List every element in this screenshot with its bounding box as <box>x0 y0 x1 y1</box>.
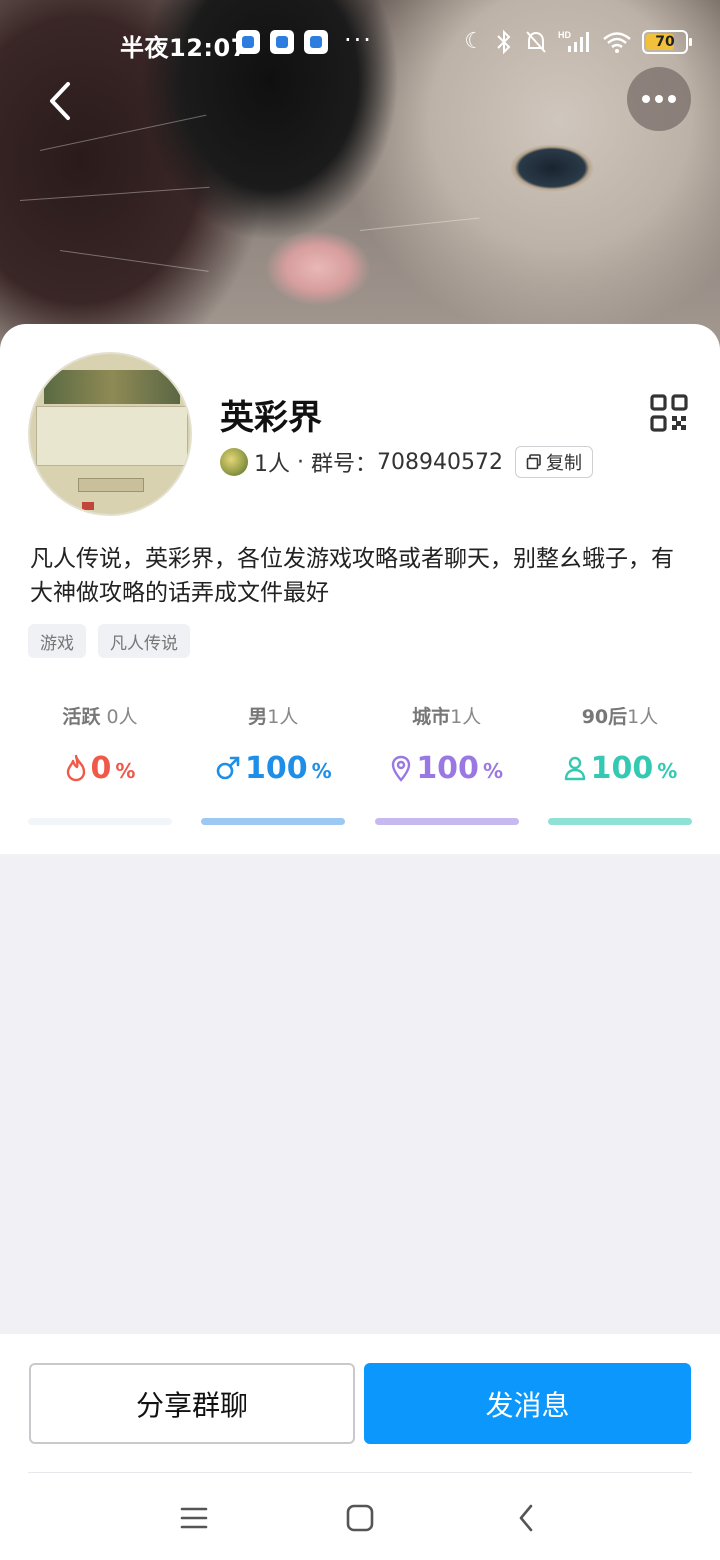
stat-bar <box>547 818 692 825</box>
app-notification-icon <box>236 30 260 54</box>
stat-age[interactable]: 90后1人 100% <box>547 702 692 825</box>
group-meta-row: 1人 · 群号： 708940572 复制 <box>220 445 593 479</box>
stat-label: 城市 <box>412 706 451 728</box>
svg-text:HD: HD <box>558 30 571 40</box>
stat-count: 1人 <box>627 706 659 728</box>
stat-count: 0人 <box>106 706 138 728</box>
group-number-label: 群号： <box>310 452 377 477</box>
menu-icon <box>180 1507 208 1529</box>
bluetooth-icon <box>497 29 511 55</box>
group-tags: 游戏 凡人传说 <box>28 624 190 658</box>
send-message-button[interactable]: 发消息 <box>364 1363 691 1444</box>
nav-back-button[interactable] <box>503 1498 549 1538</box>
member-avatar <box>220 448 248 476</box>
stat-active[interactable]: 活跃 0人 0% <box>28 702 172 825</box>
stat-value: 100 <box>590 750 654 786</box>
stat-gender[interactable]: 男1人 100% <box>201 702 346 825</box>
member-count[interactable]: 1人 <box>254 446 290 478</box>
divider <box>28 1472 692 1473</box>
person-icon <box>564 756 585 781</box>
more-options-button[interactable] <box>627 67 691 131</box>
stat-count: 1人 <box>450 706 482 728</box>
action-bar: 分享群聊 发消息 <box>0 1334 720 1560</box>
tag[interactable]: 凡人传说 <box>98 624 190 658</box>
stat-unit: % <box>115 759 136 783</box>
nav-home-button[interactable] <box>337 1498 383 1538</box>
battery-indicator: 70 <box>642 30 692 54</box>
stat-value: 100 <box>416 750 479 786</box>
stat-value: 100 <box>244 750 308 786</box>
status-time: 半夜12:07 <box>120 34 248 62</box>
wifi-icon <box>603 32 631 53</box>
share-group-button[interactable]: 分享群聊 <box>29 1363 355 1444</box>
nav-back-icon <box>519 1504 533 1532</box>
member-stats: 活跃 0人 0% 男1人 100% 城市1人 100% 90后1人 100 % <box>28 702 692 825</box>
more-notifications-indicator: ··· <box>344 26 373 54</box>
back-button[interactable] <box>36 76 86 126</box>
stat-bar <box>201 818 346 825</box>
nav-menu-button[interactable] <box>171 1498 217 1538</box>
status-bar: 半夜12:07 ··· ☾ HD 70 <box>0 22 720 62</box>
stat-unit: % <box>482 759 503 783</box>
tag[interactable]: 游戏 <box>28 624 86 658</box>
copy-label: 复制 <box>545 453 582 474</box>
moon-icon: ☾ <box>464 29 484 54</box>
more-horizontal-icon <box>642 95 676 103</box>
stat-bar <box>374 818 519 825</box>
flame-icon <box>66 754 85 782</box>
signal-icon: HD <box>558 30 589 52</box>
baidu-notification-icon <box>304 30 328 54</box>
stat-label: 90后 <box>581 706 628 728</box>
baidu-notification-icon <box>270 30 294 54</box>
qr-code-icon <box>650 394 688 432</box>
group-description: 凡人传说，英彩界，各位发游戏攻略或者聊天，别整幺蛾子，有大神做攻略的话弄成文件最… <box>30 546 674 606</box>
group-name: 英彩界 <box>220 398 322 438</box>
stat-value: 0 <box>90 750 112 786</box>
copy-icon <box>526 454 541 470</box>
group-avatar[interactable] <box>28 352 192 516</box>
stat-unit: % <box>657 759 678 783</box>
stat-label: 男 <box>248 706 268 728</box>
bell-off-icon <box>526 31 546 53</box>
stat-unit: % <box>311 759 332 783</box>
male-icon <box>216 756 240 780</box>
stat-label: 活跃 <box>62 706 101 728</box>
chevron-left-icon <box>50 82 70 120</box>
location-pin-icon <box>392 755 411 782</box>
meta-separator: · <box>290 449 311 475</box>
group-info-card: 英彩界 1人 · 群号： 708940572 复制 凡人传说，英彩界，各位发游戏… <box>0 324 720 854</box>
stat-bar <box>28 818 172 825</box>
qr-code-button[interactable] <box>650 394 688 432</box>
stat-count: 1人 <box>267 706 299 728</box>
stat-city[interactable]: 城市1人 100% <box>374 702 519 825</box>
group-number: 708940572 <box>377 449 503 475</box>
home-square-icon <box>346 1504 374 1532</box>
system-nav-bar <box>0 1480 720 1560</box>
copy-button[interactable]: 复制 <box>514 446 593 478</box>
